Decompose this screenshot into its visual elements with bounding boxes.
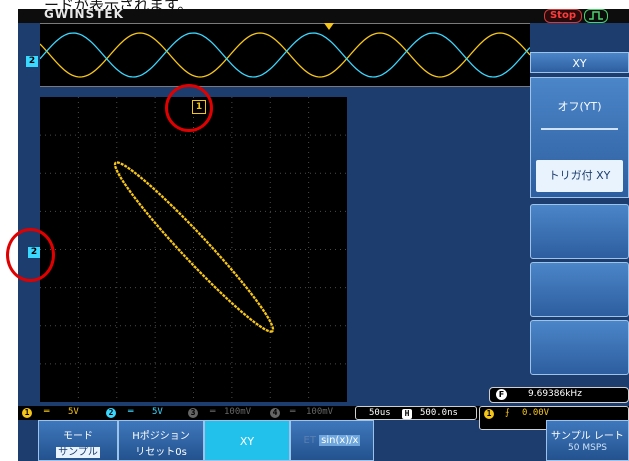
xy-side-menu: XY オフ(YT) トリガ付 XY	[530, 52, 629, 375]
trigger-edge-icon	[584, 9, 608, 23]
trigger-position-marker	[324, 23, 334, 30]
ch3-scale: 100mV	[224, 407, 252, 417]
option-off-yt[interactable]: オフ(YT)	[531, 98, 628, 114]
highlight-circle-ch1	[165, 84, 213, 132]
brand-logo: GWINSTEK	[44, 9, 124, 21]
trigger-source-badge: 1	[484, 409, 494, 419]
xy-label: XY	[239, 435, 255, 448]
ch3-badge[interactable]: 3	[188, 408, 198, 418]
rising-edge-icon: ⨍	[505, 408, 510, 418]
option-divider	[541, 128, 618, 130]
hpos-value: リセット0s	[135, 447, 187, 458]
rate-value: 50 MSPS	[568, 443, 607, 453]
top-bar: GWINSTEK Stop	[18, 9, 629, 23]
softkey-sample-rate[interactable]: サンプル レート 50 MSPS	[546, 420, 629, 461]
option-triggered-xy[interactable]: トリガ付 XY	[536, 160, 623, 192]
ch1-badge[interactable]: 1	[22, 408, 32, 418]
ch4-badge[interactable]: 4	[270, 408, 280, 418]
trigger-level: 0.00V	[522, 408, 550, 418]
ch1-coupling-icon: ═	[44, 407, 50, 417]
frequency-icon: F	[496, 389, 507, 400]
softkey-hposition[interactable]: Hポジション リセット0s	[118, 420, 204, 461]
rate-label: サンプル レート	[551, 431, 624, 442]
ch1-scale: 5V	[68, 407, 79, 417]
oscilloscope-screen: GWINSTEK Stop 2 1 2 XY オフ(YT) トリガ付 XY F	[18, 9, 629, 461]
ch4-coupling-icon: ═	[290, 407, 296, 417]
hpos-label: Hポジション	[132, 431, 190, 442]
hposition-value: 500.0ns	[420, 408, 458, 418]
frequency-value: 9.69386kHz	[528, 389, 582, 399]
timebase-box[interactable]: 50us H 500.0ns	[355, 406, 477, 420]
ch4-scale: 100mV	[306, 407, 334, 417]
softkey-mode[interactable]: モード サンプル	[38, 420, 118, 461]
menu-title: XY	[530, 52, 629, 73]
highlight-circle-ch2	[6, 228, 55, 282]
mode-value: サンプル	[56, 447, 100, 458]
softkey-xy[interactable]: XY	[204, 420, 290, 461]
mode-label: モード	[63, 431, 93, 442]
menu-empty-button-3[interactable]	[530, 204, 629, 259]
ch2-scale: 5V	[152, 407, 163, 417]
sinx-prefix: ET	[303, 435, 316, 446]
hposition-icon: H	[402, 409, 412, 419]
xy-display-grid	[40, 97, 347, 402]
sinx-label: sin(x)/x	[319, 435, 361, 446]
menu-empty-button-4[interactable]	[530, 262, 629, 317]
ch2-badge[interactable]: 2	[106, 408, 116, 418]
ch3-coupling-icon: ═	[210, 407, 216, 417]
softkey-sinx[interactable]: ET sin(x)/x	[290, 420, 374, 461]
status-bar: 1 ═ 5V 2 ═ 5V 3 ═ 100mV 4 ═ 100mV 50us H…	[18, 406, 629, 430]
timebase-value: 50us	[369, 408, 391, 418]
menu-empty-button-5[interactable]	[530, 320, 629, 375]
ch2-coupling-icon: ═	[128, 407, 134, 417]
frequency-counter: F 9.69386kHz	[489, 387, 629, 403]
zoom-window-waveform	[39, 23, 531, 87]
ch2-window-marker: 2	[26, 56, 38, 67]
run-status-badge[interactable]: Stop	[544, 9, 582, 23]
